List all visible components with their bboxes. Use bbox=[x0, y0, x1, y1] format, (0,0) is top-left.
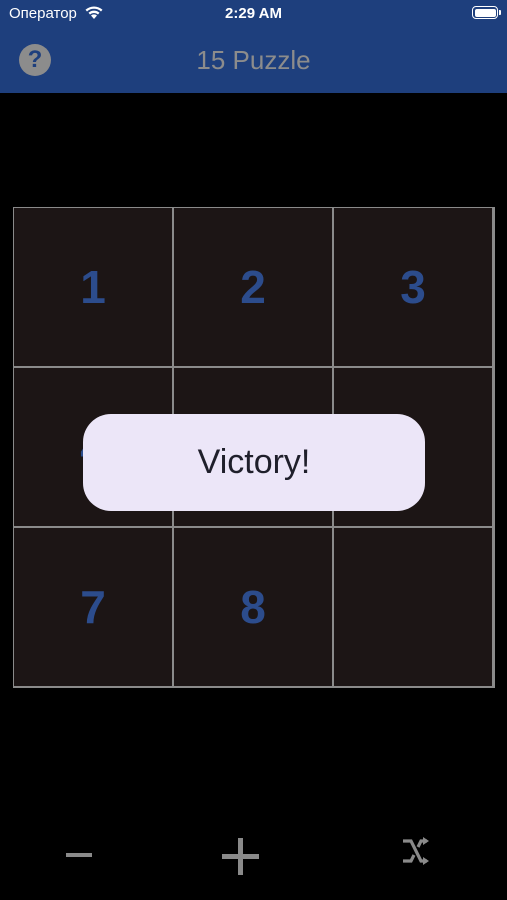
increase-size-button[interactable] bbox=[222, 838, 259, 875]
puzzle-tile[interactable]: 8 bbox=[174, 528, 332, 686]
decrease-size-button[interactable] bbox=[66, 853, 92, 857]
page-title: 15 Puzzle bbox=[196, 45, 311, 75]
puzzle-tile[interactable]: 3 bbox=[334, 208, 492, 366]
empty-tile[interactable] bbox=[334, 528, 492, 686]
status-time: 2:29 AM bbox=[225, 5, 282, 22]
battery-icon bbox=[472, 6, 501, 19]
shuffle-button[interactable] bbox=[401, 837, 431, 870]
app-header: Оператор 2:29 AM ? 15 Puzzle bbox=[0, 0, 507, 93]
victory-toast: Victory! bbox=[83, 414, 425, 511]
puzzle-tile[interactable]: 2 bbox=[174, 208, 332, 366]
status-bar: Оператор 2:29 AM bbox=[0, 0, 507, 28]
puzzle-tile[interactable]: 7 bbox=[14, 528, 172, 686]
shuffle-icon bbox=[403, 837, 429, 865]
puzzle-tile[interactable]: 1 bbox=[14, 208, 172, 366]
